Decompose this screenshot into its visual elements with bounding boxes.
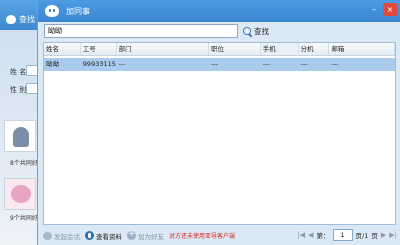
chat-bubble-icon xyxy=(43,231,52,240)
bottom-toolbar: 发起会话 查看资料 加为好友 对方还未使用亚导客户端 |◀ ◀ 第： 页/1 页… xyxy=(38,226,400,245)
page-number-input[interactable] xyxy=(332,229,353,241)
cell-department: --- xyxy=(118,60,126,68)
app-logo-icon xyxy=(6,15,16,24)
cell-name: 呦呦 xyxy=(46,60,59,68)
cell-employee-id: 99933115 xyxy=(82,60,116,68)
avatar-image xyxy=(13,127,29,147)
add-friend-icon xyxy=(127,229,136,240)
add-colleague-dialog: 加同事 – × 查找 姓名 工号 部门 职位 手机 分机 邮箱 呦呦 99933… xyxy=(37,0,400,245)
cell-extension: --- xyxy=(300,60,308,68)
search-icon xyxy=(243,26,252,36)
results-table: 姓名 工号 部门 职位 手机 分机 邮箱 呦呦 99933115 --- ---… xyxy=(43,42,396,225)
view-profile-button[interactable]: 查看资料 xyxy=(85,231,122,241)
contact-card-avatar[interactable] xyxy=(4,120,36,152)
background-window: 查找 姓 名： 性 别： 8个共同好 9个共同好 xyxy=(0,0,40,245)
dialog-title: 加同事 xyxy=(66,6,90,16)
column-header-department[interactable]: 部门 xyxy=(117,43,210,55)
last-page-button[interactable]: ▶| xyxy=(389,231,397,239)
cell-mobile: --- xyxy=(262,60,270,68)
page-unit-label: 页 xyxy=(371,232,378,240)
table-header: 姓名 工号 部门 职位 手机 分机 邮箱 xyxy=(44,43,395,56)
search-button-label: 查找 xyxy=(254,26,269,36)
search-row: 查找 xyxy=(38,22,400,42)
table-row[interactable]: 呦呦 99933115 --- --- --- --- --- xyxy=(44,58,395,71)
minimize-button[interactable]: – xyxy=(367,3,381,16)
profile-icon xyxy=(85,231,94,240)
cell-email: --- xyxy=(331,60,339,68)
view-profile-label: 查看资料 xyxy=(96,232,122,241)
window-controls: – × xyxy=(367,3,397,16)
add-friend-label: 加为好友 xyxy=(138,232,164,241)
mutual-friends-text: 9个共同好 xyxy=(10,215,38,222)
background-window-title: 查找 xyxy=(6,14,35,25)
column-header-name[interactable]: 姓名 xyxy=(44,43,81,55)
close-button[interactable]: × xyxy=(383,3,397,16)
start-chat-button[interactable]: 发起会话 xyxy=(43,231,80,241)
notice-text: 对方还未使用亚导客户端 xyxy=(169,233,236,240)
title-bar[interactable]: 加同事 – × xyxy=(38,0,400,22)
column-header-position[interactable]: 职位 xyxy=(209,43,261,55)
app-logo-icon xyxy=(45,5,59,17)
column-header-mobile[interactable]: 手机 xyxy=(260,43,299,55)
column-header-employee-id[interactable]: 工号 xyxy=(81,43,117,55)
page-prefix-label: 第： xyxy=(316,232,330,240)
pagination: |◀ ◀ 第： 页/1 页 ▶ ▶| xyxy=(297,229,397,241)
column-header-email[interactable]: 邮箱 xyxy=(329,43,395,55)
contact-card-avatar[interactable] xyxy=(4,178,36,210)
mutual-friends-text: 8个共同好 xyxy=(10,160,38,167)
background-window-title-text: 查找 xyxy=(19,15,35,24)
column-header-extension[interactable]: 分机 xyxy=(299,43,330,55)
avatar-image xyxy=(11,185,31,203)
add-friend-button[interactable]: 加为好友 xyxy=(127,229,164,241)
search-input[interactable] xyxy=(44,24,238,38)
search-button[interactable]: 查找 xyxy=(243,24,269,38)
next-page-button[interactable]: ▶ xyxy=(381,231,386,239)
page-total-label: 页/1 xyxy=(355,232,369,240)
start-chat-label: 发起会话 xyxy=(54,232,80,241)
first-page-button[interactable]: |◀ xyxy=(297,231,305,239)
prev-page-button[interactable]: ◀ xyxy=(308,231,313,239)
cell-position: --- xyxy=(211,60,219,68)
